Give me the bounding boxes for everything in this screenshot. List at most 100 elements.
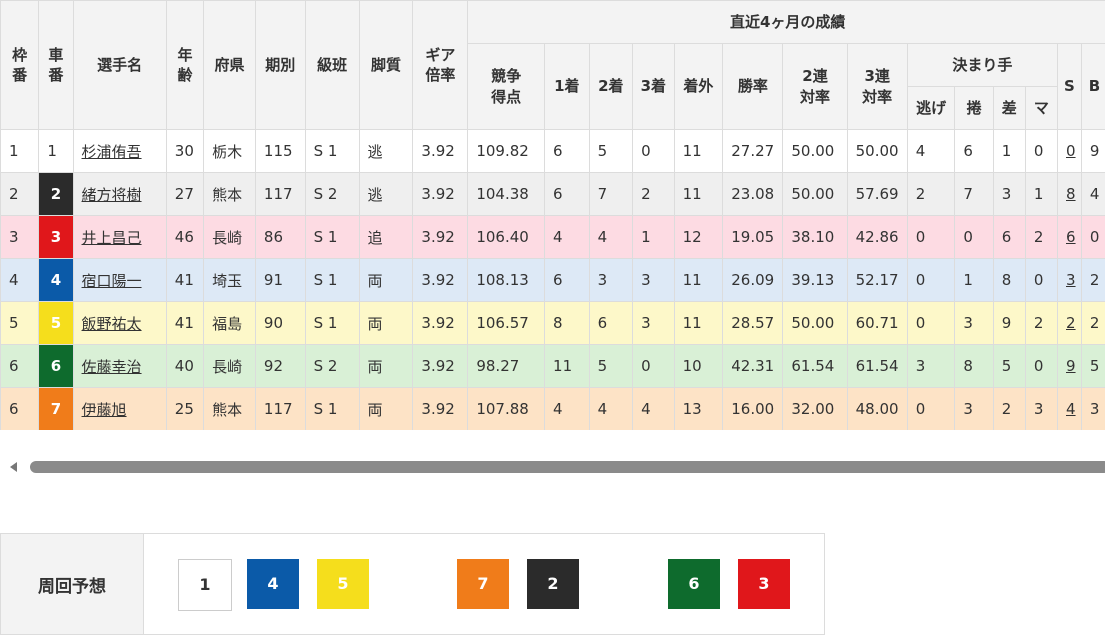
table-row: 6 6 佐藤幸治 40 長崎 92 S 2 両 3.92 98.27 11 5 … [1,345,1105,388]
win-rate-cell: 16.00 [723,388,783,431]
waku-cell: 3 [1,216,39,259]
header-car: 車番 [39,1,73,130]
win-rate-cell: 26.09 [723,259,783,302]
sashi-cell: 9 [993,302,1025,345]
rate3-cell: 57.69 [847,173,907,216]
header-waku: 枠番 [1,1,39,130]
makuri-cell: 8 [955,345,993,388]
table-row: 1 1 杉浦侑吾 30 栃木 115 S 1 逃 3.92 109.82 6 5… [1,130,1105,173]
makuri-cell: 3 [955,388,993,431]
rate2-cell: 38.10 [783,216,847,259]
class-cell: S 2 [305,173,359,216]
header-score: 競争得点 [468,44,545,130]
age-cell: 27 [166,173,203,216]
nige-cell: 0 [907,388,955,431]
style-cell: 逃 [359,173,413,216]
racer-name-link[interactable]: 飯野祐太 [82,315,142,333]
header-win-rate: 勝率 [723,44,783,130]
s-count-link[interactable]: 3 [1066,271,1076,289]
gear-cell: 3.92 [413,130,468,173]
term-cell: 117 [255,388,305,431]
second-cell: 5 [589,345,633,388]
style-cell: 両 [359,259,413,302]
term-cell: 117 [255,173,305,216]
win-rate-cell: 27.27 [723,130,783,173]
prediction-chip: 4 [247,559,299,609]
waku-cell: 5 [1,302,39,345]
makuri-cell: 0 [955,216,993,259]
s-count-link[interactable]: 0 [1066,142,1076,160]
racer-name-link[interactable]: 伊藤旭 [82,401,127,419]
second-cell: 4 [589,216,633,259]
car-number-cell: 1 [39,130,73,173]
racer-table: 枠番 車番 選手名 年齢 府県 期別 級班 脚質 ギア倍率 直近4ヶ月の成績 競… [0,0,1105,430]
s-cell: 2 [1058,302,1082,345]
third-cell: 0 [633,345,674,388]
s-cell: 3 [1058,259,1082,302]
s-count-link[interactable]: 4 [1066,400,1076,418]
car-badge: 5 [39,302,72,344]
header-out: 着外 [674,44,723,130]
s-cell: 4 [1058,388,1082,431]
gear-cell: 3.92 [413,388,468,431]
style-cell: 追 [359,216,413,259]
car-badge: 6 [39,345,72,387]
score-cell: 104.38 [468,173,545,216]
second-cell: 3 [589,259,633,302]
header-age: 年齢 [166,1,203,130]
s-count-link[interactable]: 2 [1066,314,1076,332]
prediction-chip: 3 [738,559,790,609]
s-count-link[interactable]: 8 [1066,185,1076,203]
racer-name-link[interactable]: 杉浦侑吾 [82,143,142,161]
second-cell: 6 [589,302,633,345]
first-cell: 6 [545,130,590,173]
age-cell: 41 [166,302,203,345]
header-gear: ギア倍率 [413,1,468,130]
second-cell: 7 [589,173,633,216]
out-cell: 10 [674,345,723,388]
car-badge: 2 [39,173,72,215]
horizontal-scrollbar[interactable] [0,458,1105,476]
rate2-cell: 39.13 [783,259,847,302]
gear-cell: 3.92 [413,345,468,388]
table-row: 2 2 緒方将樹 27 熊本 117 S 2 逃 3.92 104.38 6 7… [1,173,1105,216]
sashi-cell: 3 [993,173,1025,216]
age-cell: 41 [166,259,203,302]
age-cell: 40 [166,345,203,388]
s-count-link[interactable]: 6 [1066,228,1076,246]
makuri-cell: 7 [955,173,993,216]
first-cell: 6 [545,173,590,216]
table-row: 4 4 宿口陽一 41 埼玉 91 S 1 両 3.92 108.13 6 3 … [1,259,1105,302]
score-cell: 106.40 [468,216,545,259]
mark-cell: 2 [1025,216,1057,259]
b-cell: 0 [1081,216,1105,259]
racer-name-cell: 緒方将樹 [73,173,166,216]
win-rate-cell: 19.05 [723,216,783,259]
rate3-cell: 60.71 [847,302,907,345]
header-mark: マ [1025,87,1057,130]
racer-name-link[interactable]: 宿口陽一 [82,272,142,290]
racer-name-link[interactable]: 佐藤幸治 [82,358,142,376]
table-row: 6 7 伊藤旭 25 熊本 117 S 1 両 3.92 107.88 4 4 … [1,388,1105,431]
racer-name-link[interactable]: 緒方将樹 [82,186,142,204]
nige-cell: 0 [907,216,955,259]
header-name: 選手名 [73,1,166,130]
racer-name-link[interactable]: 井上昌己 [82,229,142,247]
out-cell: 11 [674,302,723,345]
first-cell: 11 [545,345,590,388]
prediction-chip: 1 [178,559,232,611]
b-cell: 2 [1081,259,1105,302]
prediction-chip: 5 [317,559,369,609]
pref-cell: 熊本 [204,388,256,431]
scroll-left-arrow-icon[interactable] [10,462,17,472]
age-cell: 25 [166,388,203,431]
s-count-link[interactable]: 9 [1066,357,1076,375]
age-cell: 30 [166,130,203,173]
sashi-cell: 5 [993,345,1025,388]
gear-cell: 3.92 [413,302,468,345]
term-cell: 115 [255,130,305,173]
third-cell: 2 [633,173,674,216]
scrollbar-thumb[interactable] [30,461,1105,473]
rate2-cell: 50.00 [783,130,847,173]
lap-prediction-label: 周回予想 [1,534,144,634]
